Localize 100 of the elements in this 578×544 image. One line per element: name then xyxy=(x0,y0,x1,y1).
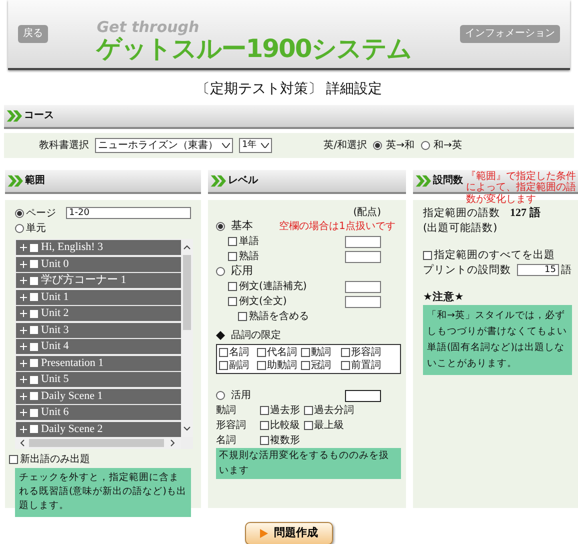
plus-icon xyxy=(20,343,27,350)
unit-item[interactable]: Daily Scene 2 xyxy=(16,422,181,437)
section-label: 品詞の限定 xyxy=(231,329,281,343)
checkbox[interactable] xyxy=(260,436,269,446)
unit-item[interactable]: Hi, English! 3 xyxy=(16,240,181,256)
unit-item[interactable]: Unit 6 xyxy=(16,405,181,420)
field-label: 教科書選択 xyxy=(39,138,89,152)
checkbox[interactable] xyxy=(260,406,269,416)
checkbox[interactable] xyxy=(301,348,310,358)
checkbox[interactable] xyxy=(30,326,38,334)
checkbox-label: 熟語 xyxy=(239,250,259,264)
checkbox[interactable] xyxy=(341,361,350,370)
checkbox[interactable] xyxy=(260,421,269,430)
word-count: 127 語 xyxy=(510,206,540,221)
unit-item[interactable]: Unit 4 xyxy=(16,339,181,354)
hint-text: 『範囲』で指定した条件によって、指定範囲の語数が変化します xyxy=(466,170,576,206)
unit-item[interactable]: 学び方コーナー 1 xyxy=(16,273,181,288)
unit-item[interactable]: Unit 5 xyxy=(16,372,181,388)
checkbox[interactable] xyxy=(341,348,350,358)
plus-icon xyxy=(20,260,27,268)
checkbox[interactable] xyxy=(30,276,38,285)
checkbox[interactable] xyxy=(30,293,38,302)
radio-button[interactable] xyxy=(373,140,382,150)
checkbox[interactable] xyxy=(30,359,38,368)
plus-icon xyxy=(20,360,27,367)
unit-item[interactable]: Daily Scene 1 xyxy=(16,388,181,404)
chevron-icon xyxy=(210,174,226,187)
radio-button[interactable] xyxy=(216,267,225,276)
page-title: 〔定期テスト対策〕 詳細設定 xyxy=(194,80,384,99)
checkbox[interactable] xyxy=(257,348,266,358)
radio-button[interactable] xyxy=(15,224,24,233)
unit-item[interactable]: Unit 1 xyxy=(16,290,181,305)
radio-label: ページ xyxy=(26,206,56,220)
checkbox-label: 比較級 xyxy=(270,419,300,433)
checkbox-label: 熟語を含める xyxy=(249,310,309,324)
checkbox[interactable] xyxy=(238,312,247,322)
question-count-field[interactable]: 15 xyxy=(517,264,559,276)
points-field[interactable] xyxy=(345,296,381,308)
checkbox[interactable] xyxy=(219,348,228,358)
radio-button[interactable] xyxy=(15,208,24,218)
unit-item[interactable]: Unit 0 xyxy=(16,256,181,272)
checkbox[interactable] xyxy=(30,392,38,400)
points-field[interactable] xyxy=(345,236,381,248)
checkbox[interactable] xyxy=(30,310,38,318)
checkbox[interactable] xyxy=(257,361,266,370)
row-label: 動詞 xyxy=(216,404,237,418)
radio-button[interactable] xyxy=(216,391,225,400)
unit-item[interactable]: Unit 3 xyxy=(16,322,181,338)
unit-item[interactable]: Unit 2 xyxy=(16,306,181,322)
grade-select[interactable]: 1年 xyxy=(239,138,272,153)
page-range-field[interactable]: 1-20 xyxy=(66,207,191,220)
checkbox[interactable] xyxy=(219,361,228,370)
checkbox[interactable] xyxy=(228,237,237,246)
info-button[interactable]: インフォメーション xyxy=(460,25,560,43)
checkbox[interactable] xyxy=(228,252,237,262)
points-field[interactable] xyxy=(345,390,381,402)
checkbox-label: 動詞 xyxy=(311,346,331,360)
plus-icon xyxy=(20,426,27,433)
points-field[interactable] xyxy=(345,280,381,293)
unit-item[interactable]: Presentation 1 xyxy=(16,356,181,371)
radio-label: 応用 xyxy=(231,264,253,280)
plus-icon xyxy=(20,326,27,334)
checkbox[interactable] xyxy=(423,250,432,260)
checkbox[interactable] xyxy=(228,297,237,306)
checkbox-label: 代名詞 xyxy=(267,346,297,360)
section-heading: 範囲 xyxy=(25,174,45,188)
section-heading: コース xyxy=(24,109,54,123)
radio-label: 英→和 xyxy=(386,138,414,152)
radio-button[interactable] xyxy=(420,140,430,150)
checkbox[interactable] xyxy=(9,454,18,464)
checkbox[interactable] xyxy=(30,408,38,417)
checkbox[interactable] xyxy=(30,376,38,384)
back-button[interactable]: 戻る xyxy=(18,25,48,43)
checkbox[interactable] xyxy=(30,260,38,268)
checkbox[interactable] xyxy=(301,361,310,370)
checkbox-label: 例文(連語補充) xyxy=(239,280,307,294)
section-heading: レベル xyxy=(228,174,258,188)
create-button[interactable]: 問題作成 xyxy=(245,522,333,544)
caret-icon xyxy=(222,142,230,148)
radio-label: 和→英 xyxy=(434,138,462,152)
row-label: 形容詞 xyxy=(216,419,247,433)
plus-icon xyxy=(20,277,27,284)
checkbox[interactable] xyxy=(304,406,313,416)
checkbox[interactable] xyxy=(304,421,313,430)
logo-text: ゲットスルー1900システム xyxy=(96,34,412,62)
section-heading: 設問数 xyxy=(433,174,463,188)
checkbox-label: 過去分詞 xyxy=(314,404,354,418)
checkbox[interactable] xyxy=(30,425,38,434)
checkbox[interactable] xyxy=(30,342,38,351)
caret-icon xyxy=(260,142,269,148)
radio-button[interactable] xyxy=(216,222,225,232)
checkbox-label: 例文(全文) xyxy=(239,295,287,309)
plus-icon xyxy=(20,376,27,384)
points-field[interactable] xyxy=(345,250,381,263)
checkbox[interactable] xyxy=(228,282,237,292)
radio-label: 基本 xyxy=(231,219,253,234)
textbook-select[interactable]: ニューホライズン（東書） xyxy=(95,138,233,153)
chevron-icon xyxy=(415,174,431,187)
checkbox-label: 名詞 xyxy=(229,346,249,360)
checkbox[interactable] xyxy=(30,244,38,252)
